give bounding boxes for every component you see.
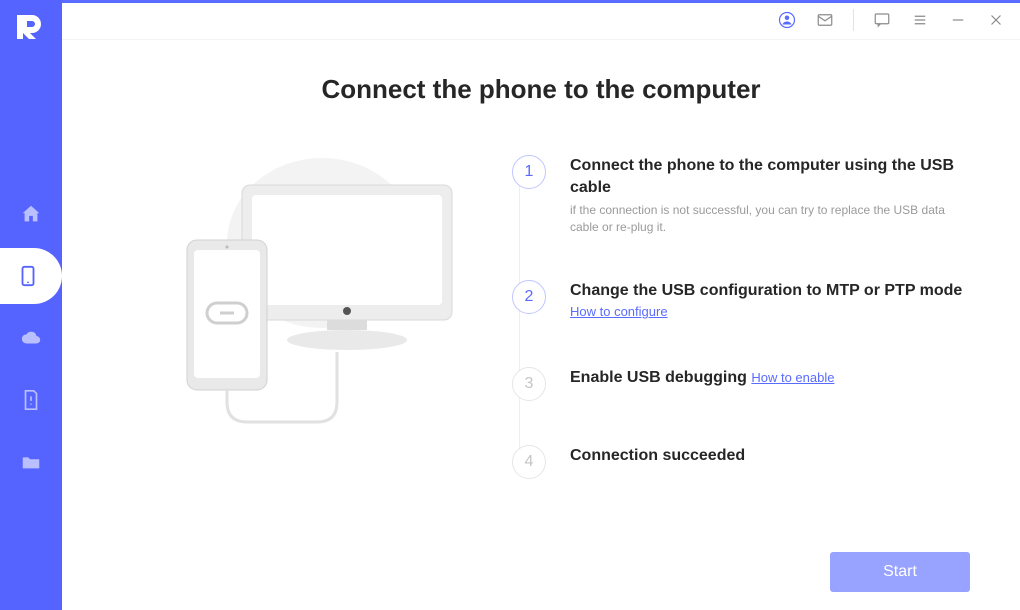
titlebar (62, 0, 1020, 40)
user-icon[interactable] (777, 10, 797, 30)
cloud-icon (20, 327, 42, 349)
nav-phone[interactable] (0, 248, 62, 304)
connect-illustration (102, 155, 502, 455)
step-4: 4 Connection succeeded (512, 445, 980, 479)
footer: Start (102, 552, 980, 592)
start-button[interactable]: Start (830, 552, 970, 592)
how-to-configure-link[interactable]: How to configure (570, 304, 668, 319)
nav-folder[interactable] (0, 434, 62, 490)
menu-icon[interactable] (910, 10, 930, 30)
step-title: Connect the phone to the computer using … (570, 155, 970, 198)
step-desc: if the connection is not successful, you… (570, 202, 970, 236)
step-2: 2 Change the USB configuration to MTP or… (512, 280, 980, 323)
step-1: 1 Connect the phone to the computer usin… (512, 155, 980, 236)
folder-icon (20, 451, 42, 473)
file-alert-icon (20, 389, 42, 411)
close-icon[interactable] (986, 10, 1006, 30)
step-title: Change the USB configuration to MTP or P… (570, 280, 970, 323)
nav-cloud[interactable] (0, 310, 62, 366)
mail-icon[interactable] (815, 10, 835, 30)
nav-home[interactable] (0, 186, 62, 242)
step-number: 1 (512, 155, 546, 189)
nav-file-alert[interactable] (0, 372, 62, 428)
steps-list: 1 Connect the phone to the computer usin… (502, 155, 980, 523)
step-title-text: Enable USB debugging (570, 369, 747, 386)
how-to-enable-link[interactable]: How to enable (751, 370, 834, 385)
step-title: Connection succeeded (570, 445, 970, 467)
step-number: 2 (512, 280, 546, 314)
step-number: 3 (512, 367, 546, 401)
sidebar (0, 0, 62, 610)
step-number: 4 (512, 445, 546, 479)
separator (853, 9, 854, 31)
feedback-icon[interactable] (872, 10, 892, 30)
phone-icon (17, 265, 39, 287)
step-title-text: Change the USB configuration to MTP or P… (570, 282, 962, 299)
step-title: Enable USB debugging How to enable (570, 367, 970, 389)
minimize-icon[interactable] (948, 10, 968, 30)
home-icon (20, 203, 42, 225)
app-logo (12, 8, 50, 46)
page-title: Connect the phone to the computer (102, 74, 980, 105)
step-3: 3 Enable USB debugging How to enable (512, 367, 980, 401)
